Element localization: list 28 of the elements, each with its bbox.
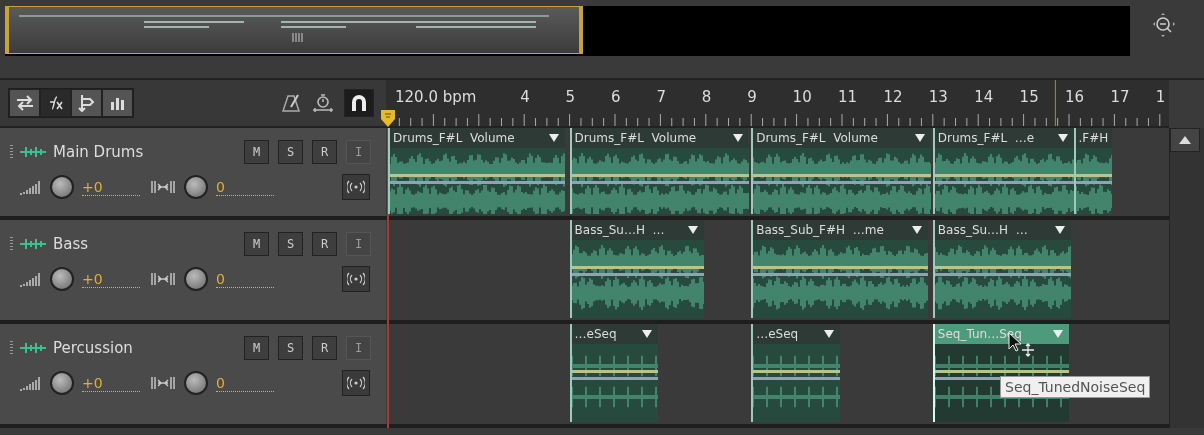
bar-number: 7 [656, 88, 666, 106]
bar-number: 5 [565, 88, 576, 106]
clip-title: Drums_F#L Volume [756, 131, 878, 145]
bar-number: 16 [1065, 88, 1085, 106]
bar-number: 10 [792, 88, 812, 106]
clip-title: Bass_Su…H … [937, 223, 1028, 237]
clip-title: Seq_Tun…Seq [937, 327, 1022, 341]
bar-number: 1 [1155, 88, 1166, 106]
clip-title: Drums_F#L …e [937, 131, 1035, 145]
clip-title: …eSeq [756, 327, 799, 341]
clip-title: …eSeq [574, 327, 617, 341]
bar-number: 6 [611, 88, 621, 106]
bar-number: 14 [974, 88, 994, 106]
bar-number: 17 [1110, 88, 1130, 106]
bar-number: 9 [747, 88, 757, 106]
bar-number: 4 [520, 88, 530, 106]
clip-title: Bass_Su…H … [574, 223, 665, 237]
tempo-label: 120.0 bpm [395, 88, 477, 106]
bar-number: 11 [838, 88, 858, 106]
tooltip: Seq_TunedNoiseSeq [1000, 376, 1151, 398]
clip-title: .F#H [1078, 131, 1109, 145]
bar-number: 15 [1019, 88, 1039, 106]
clip-title: Drums_F#L Volume [393, 131, 515, 145]
bar-number: 8 [701, 88, 712, 106]
clip-title: Drums_F#L Volume [574, 131, 697, 145]
bar-number: 13 [928, 88, 948, 106]
clip-title: Bass_Sub_F#H …me [756, 223, 884, 237]
bar-number: 12 [883, 88, 903, 106]
